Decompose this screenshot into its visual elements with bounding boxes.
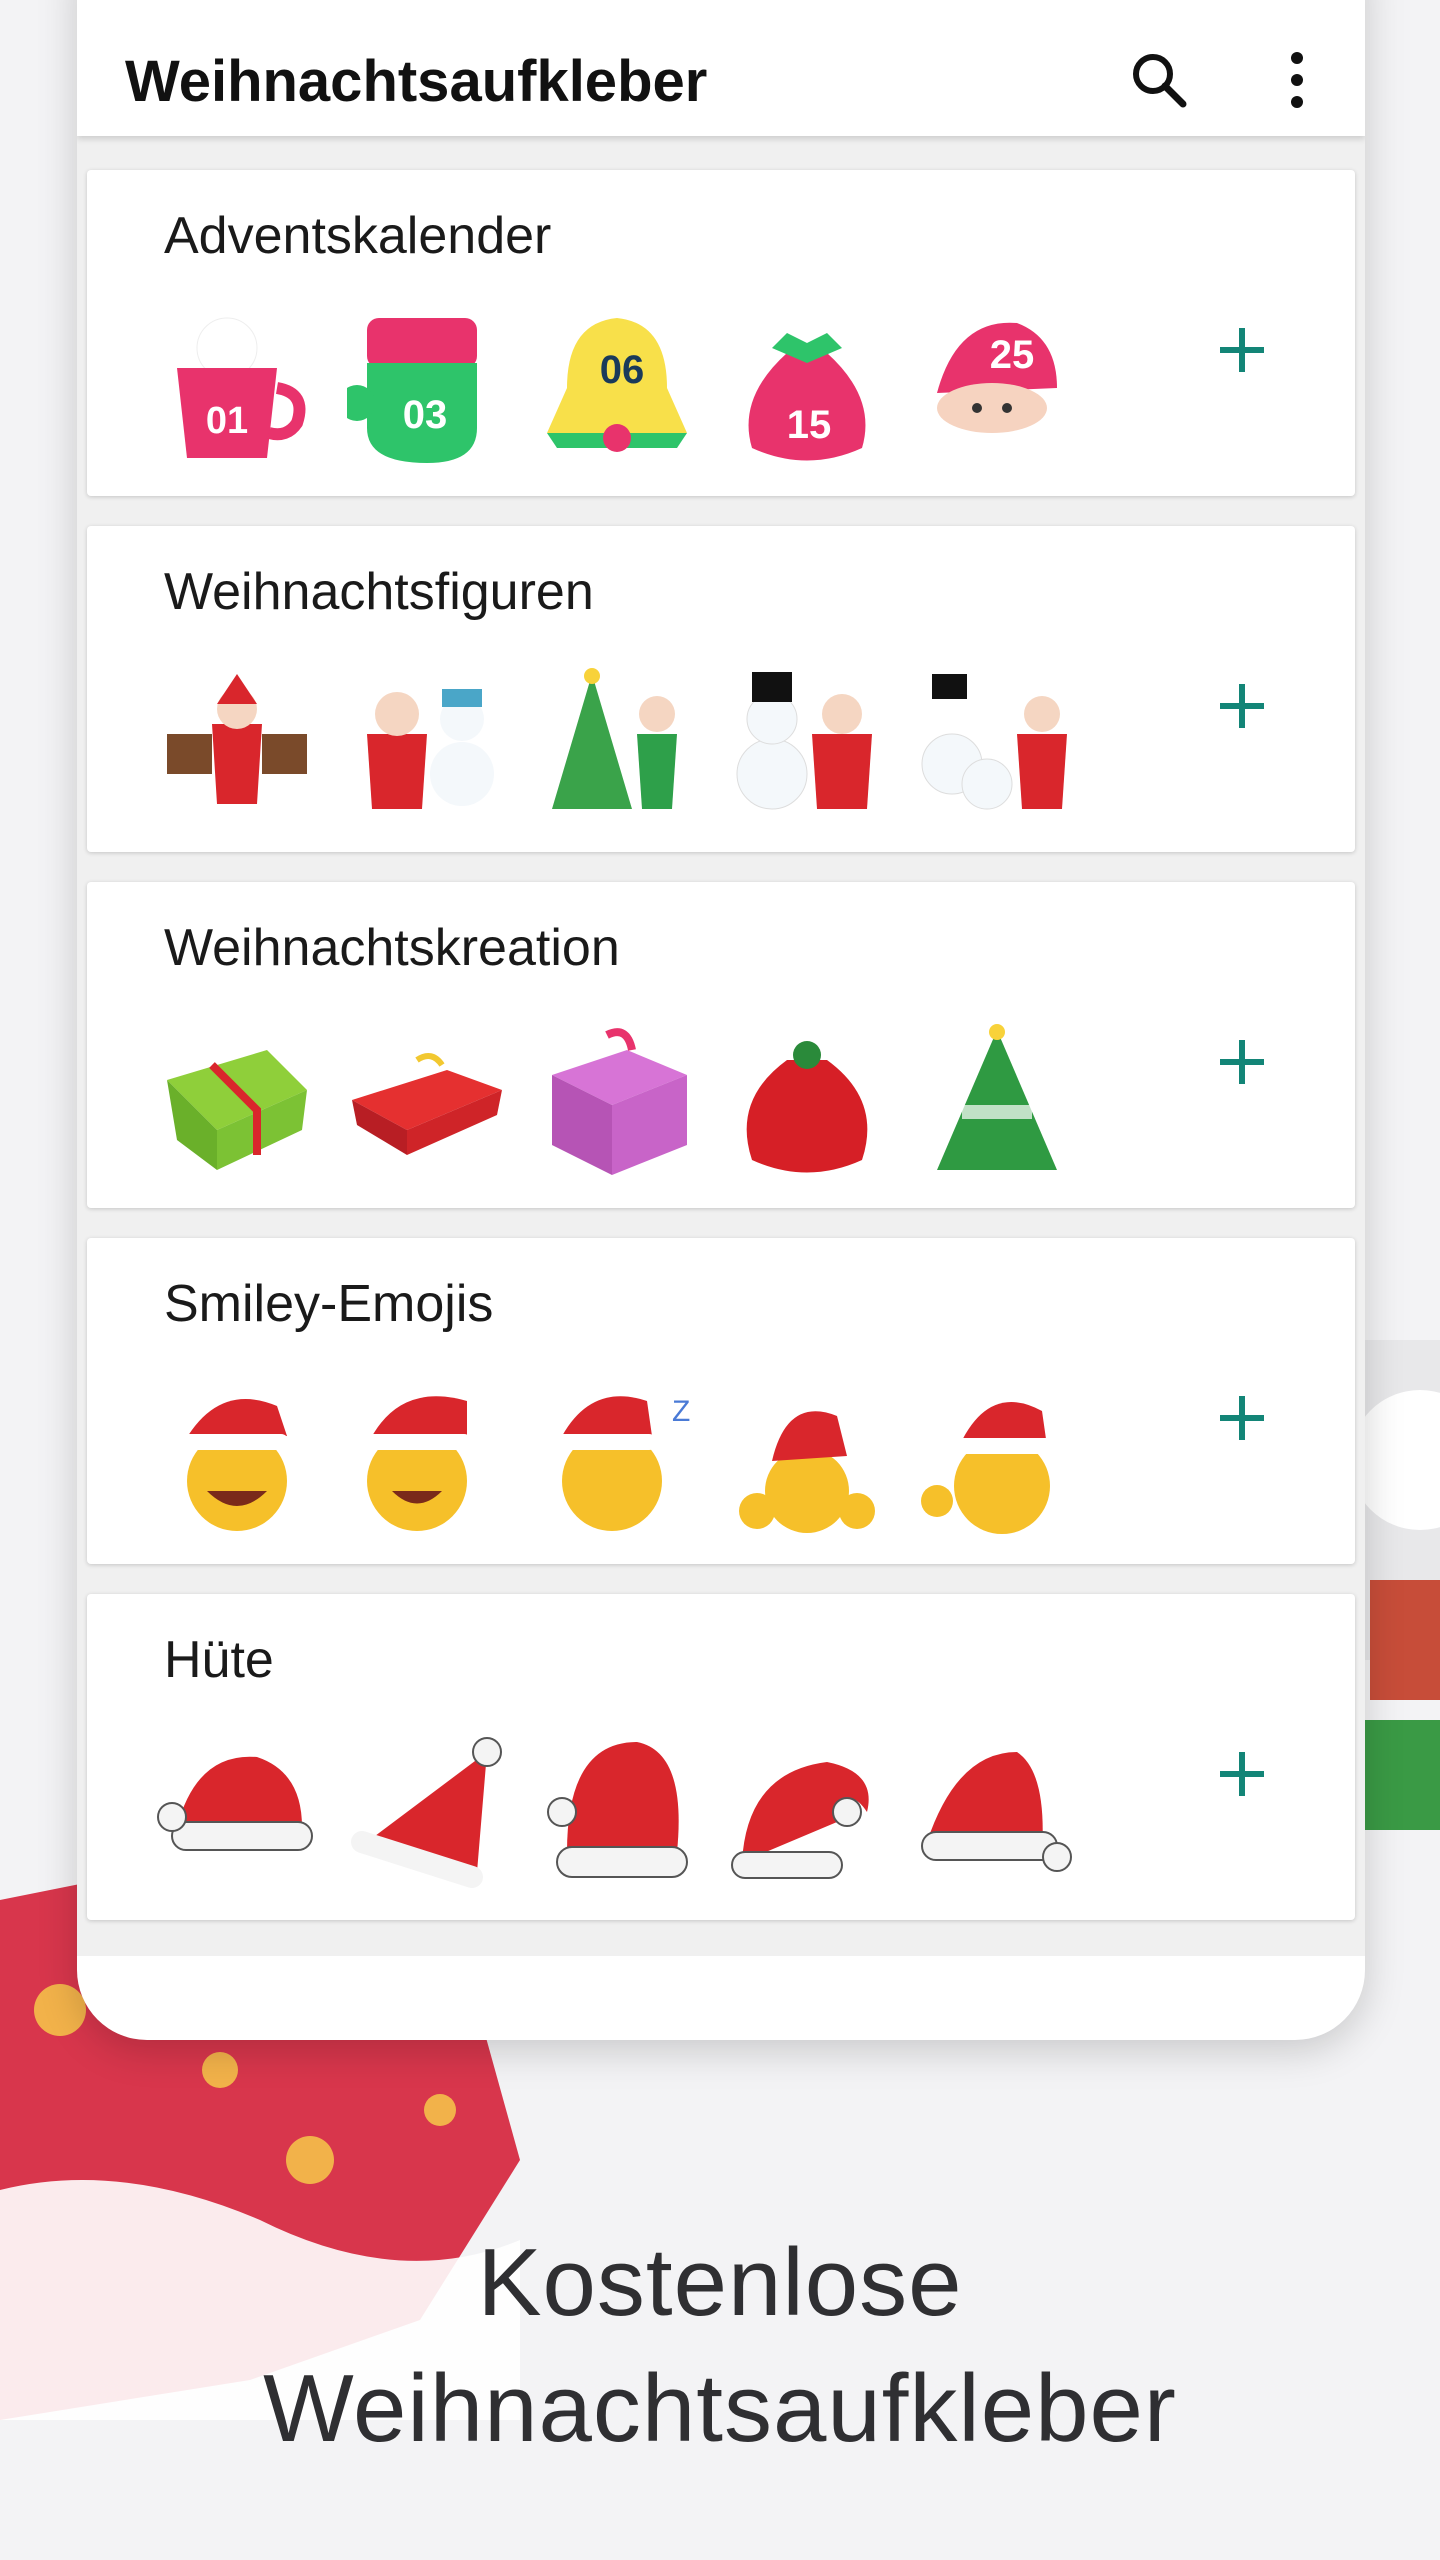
sticker-preview-row (157, 1732, 1117, 1892)
app-bar: Weihnachtsaufkleber (77, 0, 1365, 136)
merry-christmas-tree-sticker (937, 1024, 1057, 1170)
more-vert-icon[interactable] (1265, 48, 1329, 112)
santa-sack-sticker (746, 1041, 868, 1173)
svg-text:25: 25 (990, 333, 1035, 377)
snowman-santa-sticker (736, 672, 872, 810)
santa-hat-sticker (547, 1742, 688, 1878)
mug-sticker: 01 (177, 317, 306, 458)
sticker-preview-row: 01 03 06 15 25 (157, 308, 1117, 468)
sack-sticker: 15 (748, 333, 866, 461)
promo-caption-line2: Weihnachtsaufkleber (263, 2355, 1177, 2462)
add-pack-button[interactable] (1202, 310, 1282, 390)
mitten-sticker: 03 (347, 318, 477, 463)
add-pack-button[interactable] (1202, 666, 1282, 746)
snowfamily-santa-sticker (921, 674, 1067, 810)
app-title: Weihnachtsaufkleber (125, 49, 708, 114)
santa-hat-sticker (157, 1756, 313, 1851)
phone-frame: Weihnachtsaufkleber Adventskalender 01 0… (77, 0, 1365, 2040)
add-pack-button[interactable] (1202, 1734, 1282, 1814)
pack-title: Hüte (164, 1631, 274, 1689)
sleepy-smiley-sticker: Z (552, 1395, 690, 1531)
green-gift-sticker (167, 1050, 307, 1170)
sticker-pack-card[interactable]: Smiley-Emojis Z (87, 1238, 1355, 1564)
bell-sticker: 06 (547, 318, 687, 452)
reindeer-santa-sticker (167, 674, 307, 804)
santa-snowman-sticker (367, 689, 494, 809)
santa-hat-sticker: 25 (937, 322, 1057, 433)
add-pack-button[interactable] (1202, 1378, 1282, 1458)
red-gift-sticker (352, 1053, 502, 1155)
pack-title: Weihnachtsfiguren (164, 563, 594, 621)
pack-title: Adventskalender (164, 207, 552, 265)
santa-hat-sticker (351, 1737, 502, 1888)
add-pack-button[interactable] (1202, 1022, 1282, 1102)
winking-smiley-sticker (921, 1402, 1057, 1534)
svg-text:Z: Z (672, 1395, 690, 1428)
laughing-smiley-sticker (179, 1399, 289, 1531)
sticker-pack-card[interactable]: Adventskalender 01 03 06 15 25 (87, 170, 1355, 496)
sticker-pack-card[interactable]: Weihnachtskreation (87, 882, 1355, 1208)
promo-caption-line1: Kostenlose (477, 2229, 963, 2336)
promo-caption: Kostenlose Weihnachtsaufkleber (0, 2220, 1440, 2472)
worried-smiley-sticker (739, 1411, 875, 1533)
svg-text:15: 15 (787, 403, 832, 447)
svg-text:03: 03 (403, 393, 448, 437)
search-icon[interactable] (1127, 48, 1191, 112)
pack-title: Weihnachtskreation (164, 919, 620, 977)
sticker-preview-row (157, 664, 1117, 824)
happy-smiley-sticker (362, 1396, 472, 1531)
sticker-pack-card[interactable]: Weihnachtsfiguren (87, 526, 1355, 852)
sticker-pack-card[interactable]: Hüte (87, 1594, 1355, 1920)
sticker-preview-row: Z (157, 1376, 1117, 1536)
svg-text:06: 06 (600, 348, 645, 392)
santa-hat-sticker (731, 1762, 869, 1879)
tree-elf-sticker (552, 668, 677, 809)
pack-title: Smiley-Emojis (164, 1275, 494, 1333)
sticker-preview-row (157, 1020, 1117, 1180)
sticker-pack-list: Adventskalender 01 03 06 15 25 Weihnacht… (77, 136, 1365, 1956)
purple-gift-sticker (552, 1028, 687, 1175)
santa-hat-sticker (921, 1752, 1072, 1872)
svg-text:01: 01 (206, 400, 248, 442)
